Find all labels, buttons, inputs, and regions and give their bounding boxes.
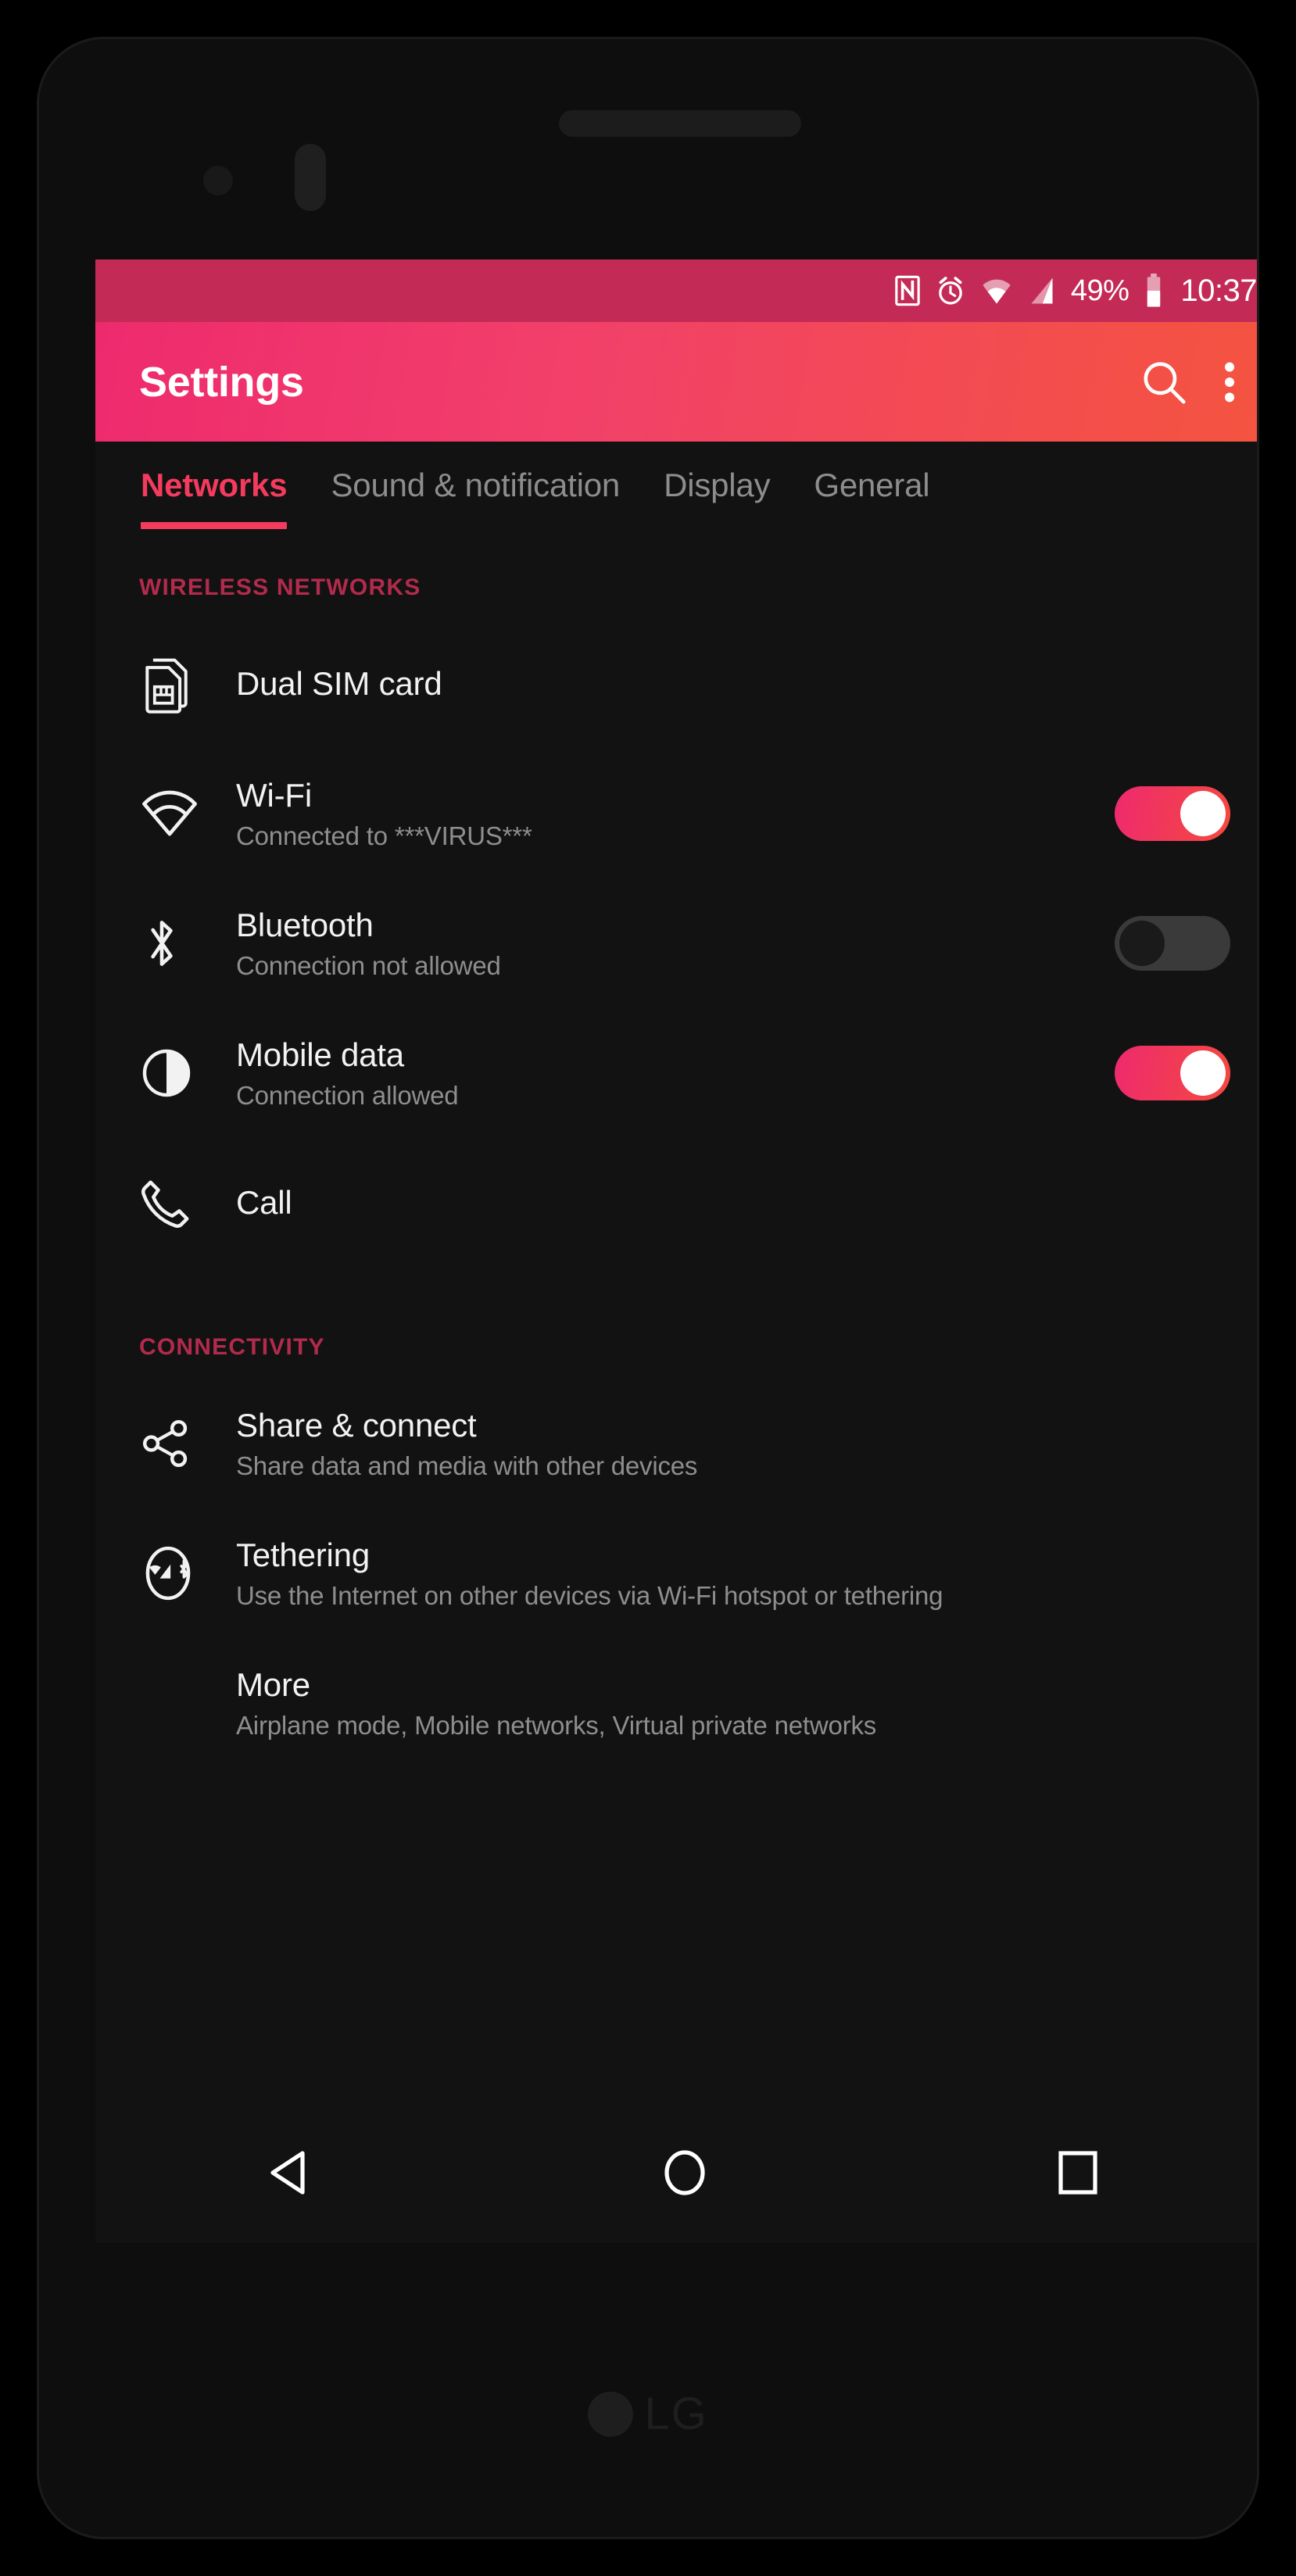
list-item-subtitle: Share data and media with other devices — [236, 1451, 698, 1480]
tab-active-indicator — [141, 522, 288, 529]
tab-label: Networks — [141, 467, 288, 503]
signal-icon — [1031, 277, 1053, 304]
list-item-subtitle: Use the Internet on other devices via Wi… — [236, 1580, 943, 1610]
list-item-text: Mobile data Connection allowed — [217, 1036, 1115, 1111]
list-item-title: Bluetooth — [236, 906, 374, 943]
list-item-mobile-data[interactable]: Mobile data Connection allowed — [95, 1026, 1259, 1120]
list-item-text: Bluetooth Connection not allowed — [217, 907, 1115, 981]
list-item-dual-sim-card[interactable]: Dual SIM card — [95, 637, 1259, 731]
home-button[interactable] — [622, 2126, 747, 2220]
list-item-title: Dual SIM card — [236, 665, 442, 703]
list-item-title: Call — [236, 1184, 292, 1222]
app-bar: Settings — [95, 322, 1259, 442]
more-vertical-icon[interactable] — [1221, 358, 1238, 406]
list-item-text: Dual SIM card — [217, 665, 1230, 702]
bluetooth-toggle[interactable] — [1115, 916, 1230, 971]
mobile-data-icon — [139, 1034, 217, 1112]
section-header-connectivity: CONNECTIVITY — [139, 1334, 325, 1360]
list-item-tethering[interactable]: Tethering Use the Internet on other devi… — [95, 1526, 1259, 1620]
recents-square-icon — [1058, 2151, 1097, 2195]
battery-percent-label: 49% — [1070, 274, 1130, 307]
wifi-toggle[interactable] — [1115, 786, 1230, 841]
lg-logo-circle-icon — [588, 2391, 634, 2437]
tab-bar: Networks Sound & notification Display Ge… — [95, 442, 1259, 529]
wifi-icon — [139, 775, 217, 853]
lg-logo-text: LG — [644, 2388, 708, 2439]
tethering-icon — [139, 1534, 217, 1612]
alarm-icon — [939, 277, 962, 305]
list-item-bluetooth[interactable]: Bluetooth Connection not allowed — [95, 896, 1259, 990]
proximity-sensor-icon — [295, 144, 326, 211]
mobile-data-toggle[interactable] — [1115, 1046, 1230, 1100]
list-item-title: Tethering — [236, 1536, 370, 1573]
tab-label: Sound & notification — [331, 467, 621, 503]
back-triangle-icon — [270, 2151, 305, 2195]
list-item-title: Mobile data — [236, 1036, 404, 1073]
list-item-title: Wi-Fi — [236, 776, 312, 814]
toggle-knob — [1180, 1050, 1226, 1096]
phone-screen: 49% 10:37 Settings Networks Sound & noti… — [95, 259, 1259, 2243]
navigation-bar — [95, 2102, 1259, 2243]
tab-label: General — [814, 467, 930, 503]
list-item-subtitle: Connected to ***VIRUS*** — [236, 821, 532, 850]
home-circle-icon — [664, 2150, 705, 2195]
list-item-share-and-connect[interactable]: Share & connect Share data and media wit… — [95, 1397, 1259, 1490]
tab-sound-notification[interactable]: Sound & notification — [309, 442, 642, 529]
settings-list: WIRELESS NETWORKS Dual SIM card Wi-Fi Co… — [95, 529, 1259, 1750]
status-bar: 49% 10:37 — [95, 259, 1259, 322]
lg-logo: LG — [0, 2388, 1296, 2440]
phone-device: 49% 10:37 Settings Networks Sound & noti… — [0, 0, 1296, 2576]
section-header-wireless-networks: WIRELESS NETWORKS — [139, 574, 421, 600]
list-item-text: Wi-Fi Connected to ***VIRUS*** — [217, 777, 1115, 851]
search-icon[interactable] — [1140, 358, 1188, 406]
clock-label: 10:37 — [1180, 273, 1257, 308]
tab-label: Display — [664, 467, 771, 503]
list-item-text: Tethering Use the Internet on other devi… — [217, 1537, 1230, 1611]
app-bar-actions — [1140, 358, 1238, 406]
list-item-subtitle: Airplane mode, Mobile networks, Virtual … — [236, 1710, 877, 1740]
nfc-icon — [895, 275, 920, 306]
phone-bezel: 49% 10:37 Settings Networks Sound & noti… — [37, 37, 1259, 2539]
earpiece-speaker — [559, 110, 801, 137]
bluetooth-icon — [139, 904, 217, 982]
battery-icon — [1147, 274, 1161, 307]
list-item-more[interactable]: More Airplane mode, Mobile networks, Vir… — [95, 1656, 1259, 1750]
tab-general[interactable]: General — [792, 442, 951, 529]
page-title: Settings — [139, 358, 304, 406]
list-item-subtitle: Connection not allowed — [236, 950, 501, 980]
toggle-knob — [1119, 921, 1165, 966]
list-item-title: More — [236, 1665, 310, 1703]
status-bar-icons: 49% 10:37 — [894, 274, 1257, 309]
list-item-title: Share & connect — [236, 1406, 477, 1444]
list-item-call[interactable]: Call — [95, 1156, 1259, 1250]
list-item-text: Share & connect Share data and media wit… — [217, 1407, 1230, 1481]
front-camera-icon — [203, 166, 233, 195]
list-item-subtitle: Connection allowed — [236, 1080, 459, 1110]
tab-display[interactable]: Display — [642, 442, 792, 529]
list-item-wifi[interactable]: Wi-Fi Connected to ***VIRUS*** — [95, 767, 1259, 860]
dual-sim-card-icon — [139, 645, 217, 723]
toggle-knob — [1180, 791, 1226, 836]
list-item-text: More Airplane mode, Mobile networks, Vir… — [139, 1666, 1230, 1741]
recents-button[interactable] — [1015, 2126, 1140, 2220]
phone-call-icon — [139, 1164, 217, 1242]
wifi-icon — [983, 279, 1011, 304]
tab-networks[interactable]: Networks — [119, 442, 309, 529]
share-nodes-icon — [139, 1404, 217, 1483]
list-item-text: Call — [217, 1184, 1230, 1221]
back-button[interactable] — [229, 2126, 354, 2220]
